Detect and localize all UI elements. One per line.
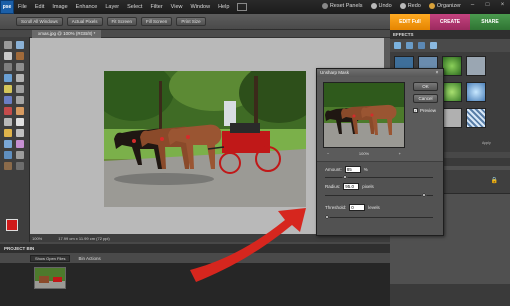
preview-label: Preview (420, 108, 437, 113)
threshold-row: Threshold: 0 levels (325, 204, 380, 211)
threshold-unit: levels (368, 205, 380, 210)
dialog-title: Unsharp Mask (320, 70, 350, 75)
amount-row: Amount: 85 % (325, 166, 368, 173)
radius-unit: pixels (362, 184, 374, 189)
radius-row: Radius: 95.0 pixels (325, 183, 374, 190)
cancel-button[interactable]: Cancel (413, 94, 438, 103)
dialog-close-icon[interactable]: × (434, 70, 440, 76)
amount-slider-knob[interactable] (341, 174, 348, 180)
dialog-title-bar[interactable]: Unsharp Mask × (317, 69, 443, 77)
dialog-parameters: Amount: 85 % Radius: 95.0 pixels Thresho… (317, 161, 443, 235)
radius-label: Radius: (325, 184, 341, 189)
threshold-label: Threshold: (325, 205, 347, 210)
zoom-out-icon[interactable]: − (327, 151, 329, 156)
preview-zoom-level: 100% (358, 151, 370, 156)
preview-zoom-controls: − 100% + (323, 150, 405, 157)
amount-label: Amount: (325, 167, 342, 172)
ok-button[interactable]: OK (413, 82, 438, 91)
preview-checkbox[interactable]: ✓ Preview (413, 108, 436, 113)
radius-input[interactable]: 95.0 (343, 183, 360, 190)
dialog-preview[interactable] (323, 82, 405, 148)
zoom-in-icon[interactable]: + (399, 151, 401, 156)
amount-input[interactable]: 85 (344, 166, 361, 173)
preview-image (324, 83, 404, 147)
radius-slider[interactable] (325, 192, 433, 198)
threshold-input[interactable]: 0 (349, 204, 366, 211)
amount-unit: % (363, 167, 368, 172)
unsharp-mask-dialog: Unsharp Mask × − 100% + OK Cancel ✓ Prev (316, 68, 444, 236)
radius-slider-knob[interactable] (420, 192, 427, 198)
photoshop-elements-window: pse File Edit Image Enhance Layer Select… (0, 0, 510, 306)
threshold-slider-knob[interactable] (324, 214, 330, 220)
preview-check-icon: ✓ (413, 108, 418, 113)
threshold-slider[interactable] (324, 214, 433, 220)
amount-slider[interactable] (325, 174, 433, 180)
